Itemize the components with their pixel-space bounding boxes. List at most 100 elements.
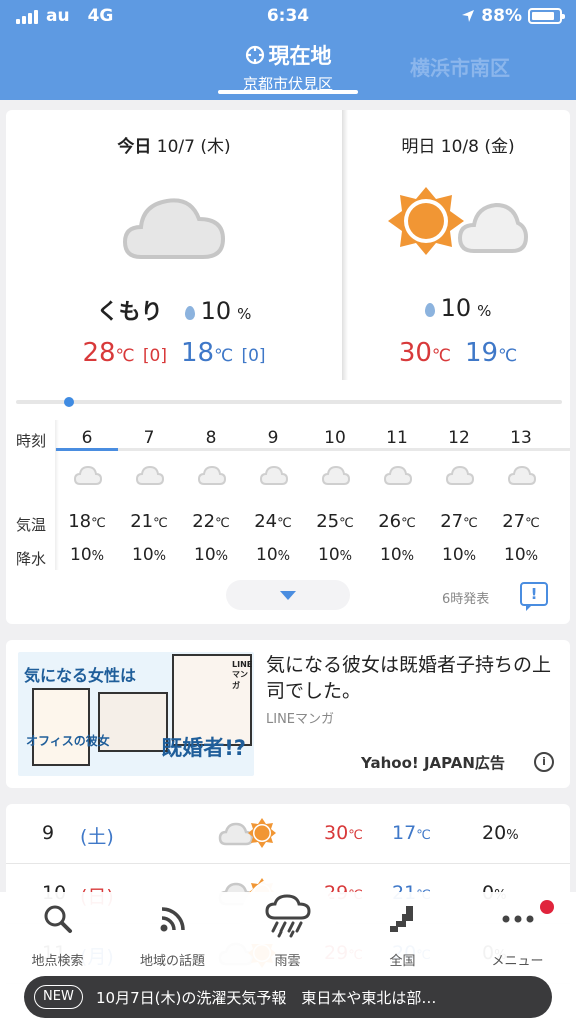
tab-label: メニュー	[491, 954, 544, 969]
weekly-weekday: (土)	[80, 826, 114, 848]
tab-label: 地域の話題	[139, 954, 205, 969]
today-date: 今日 10/7 (木)	[117, 137, 231, 157]
today-low-diff: [0]	[241, 346, 266, 366]
today-condition: くもり	[96, 300, 163, 325]
hour-temp: 22℃	[192, 511, 230, 532]
hour-temp: 27℃	[440, 511, 478, 532]
raindrop-icon	[424, 303, 435, 317]
hour-precip: 10%	[504, 545, 538, 565]
expand-hourly-button[interactable]	[226, 580, 350, 610]
ad-info-icon[interactable]: i	[534, 752, 554, 772]
tab-rain-radar[interactable]: 雨雲	[230, 894, 345, 974]
tab-other-location[interactable]: 横浜市南区	[410, 52, 510, 81]
tab-label: 全国	[389, 954, 416, 969]
tab-location-search[interactable]: 地点検索	[0, 904, 115, 974]
cloud-icon	[197, 464, 227, 490]
report-icon[interactable]: !	[520, 582, 548, 611]
tab-label: 雨雲	[274, 954, 301, 969]
ad-image-logo: オフィスの彼女	[26, 734, 110, 748]
tab-current-location[interactable]: 現在地 京都市伏見区	[218, 40, 358, 94]
battery-icon	[528, 8, 565, 24]
hour-temp: 25℃	[316, 511, 354, 532]
hour-label: 6	[81, 428, 93, 448]
ad-image-tagline: 既婚者!?	[161, 736, 246, 760]
cloud-icon	[321, 464, 351, 490]
cloud-icon	[73, 464, 103, 490]
today-forecast[interactable]: 今日 10/7 (木) くもり 10% 28℃ [0] 18℃ [0]	[6, 110, 342, 380]
hour-column: 8 22℃ 10%	[180, 420, 242, 570]
search-icon	[43, 904, 73, 938]
hour-column: 9 24℃ 10%	[242, 420, 304, 570]
rain-row-label: 降水	[16, 550, 47, 568]
news-headline: 10月7日(木)の洗濯天気予報 東日本や東北は部…	[96, 989, 437, 1007]
forecast-card: 今日 10/7 (木) くもり 10% 28℃ [0] 18℃ [0] 明日 1…	[6, 110, 570, 624]
ad-image-brand: LINEマンガ	[232, 660, 253, 690]
current-location-title: 現在地	[268, 44, 332, 68]
ad-card[interactable]: 気になる女性は オフィスの彼女 LINEマンガ 既婚者!? 気になる彼女は既婚者…	[6, 640, 570, 788]
hour-row-label: 時刻	[16, 432, 47, 450]
hour-column: 10 25℃ 10%	[304, 420, 366, 570]
weekly-low: 17℃	[392, 822, 431, 844]
weekly-row[interactable]: 9 (土) 30℃ 17℃ 20%	[6, 804, 570, 864]
cloud-sun-icon	[218, 814, 278, 854]
today-temps: 28℃ [0] 18℃ [0]	[82, 338, 266, 368]
hour-temp: 18℃	[68, 511, 106, 532]
hourly-scroll-track[interactable]	[16, 400, 562, 404]
hour-label: 12	[448, 428, 470, 448]
rain-cloud-icon	[264, 894, 311, 942]
hour-temp: 26℃	[378, 511, 416, 532]
hourly-table[interactable]: 時刻 気温 降水 6 18℃ 10% 7 21℃ 10% 8 22℃ 10% 9 24℃ 10% 10 2…	[6, 420, 570, 570]
hourly-scroll-handle[interactable]	[64, 397, 74, 407]
ad-image-headline: 気になる女性は	[24, 666, 137, 685]
hour-label: 8	[205, 428, 217, 448]
hour-temp: 21℃	[130, 511, 168, 532]
today-high-diff: [0]	[142, 346, 167, 366]
hour-precip: 10%	[442, 545, 476, 565]
hour-precip: 10%	[194, 545, 228, 565]
current-hour-indicator	[56, 448, 118, 451]
tab-menu[interactable]: メニュー	[460, 904, 575, 974]
issued-time: 6時発表	[442, 592, 490, 607]
hour-column: 6 18℃ 10%	[56, 420, 118, 570]
active-tab-indicator	[218, 90, 358, 94]
hour-temp: 24℃	[254, 511, 292, 532]
ad-title[interactable]: 気になる彼女は既婚者子持ちの上司でした。	[266, 652, 556, 704]
tab-local-topics[interactable]: 地域の話題	[115, 904, 230, 974]
hour-label: 13	[510, 428, 532, 448]
today-precip: 10%	[184, 297, 251, 325]
location-arrow-icon	[462, 10, 475, 22]
status-bar: au 4G 6:34 88%	[0, 0, 576, 34]
news-ticker[interactable]: NEW 10月7日(木)の洗濯天気予報 東日本や東北は部…	[24, 976, 552, 1018]
chevron-down-icon	[280, 591, 296, 600]
cloud-icon	[259, 464, 289, 490]
temp-row-label: 気温	[16, 516, 47, 534]
tomorrow-high: 30	[398, 338, 432, 368]
map-icon	[388, 904, 418, 938]
header: au 4G 6:34 88% 現在地 京都市伏見区 横浜市南区	[0, 0, 576, 100]
cloud-icon	[135, 464, 165, 490]
hour-column: 7 21℃ 10%	[118, 420, 180, 570]
cloud-icon	[383, 464, 413, 490]
hour-precip: 10%	[380, 545, 414, 565]
raindrop-icon	[184, 306, 195, 320]
new-badge: NEW	[34, 985, 83, 1009]
hour-precip: 10%	[132, 545, 166, 565]
cloud-icon	[445, 464, 475, 490]
hour-label: 7	[143, 428, 155, 448]
feed-icon	[158, 904, 188, 938]
battery-percent: 88%	[481, 6, 522, 26]
weekly-precip: 20%	[482, 822, 519, 844]
ad-label: Yahoo! JAPAN広告	[361, 754, 505, 772]
today-low: 18	[181, 338, 215, 368]
tomorrow-low: 19	[465, 338, 499, 368]
ad-image[interactable]: 気になる女性は オフィスの彼女 LINEマンガ 既婚者!?	[18, 652, 254, 776]
hour-label: 11	[386, 428, 408, 448]
tomorrow-forecast[interactable]: 明日 10/8 (金) 10% 30℃ 19℃	[346, 110, 570, 380]
hour-column: 11 26℃ 10%	[366, 420, 428, 570]
tab-nationwide[interactable]: 全国	[345, 904, 460, 974]
hour-column: 13 27℃ 10%	[490, 420, 552, 570]
weekly-high: 30℃	[324, 822, 363, 844]
tomorrow-precip: 10%	[424, 294, 491, 322]
crosshair-icon	[245, 45, 264, 65]
hour-precip: 10%	[256, 545, 290, 565]
